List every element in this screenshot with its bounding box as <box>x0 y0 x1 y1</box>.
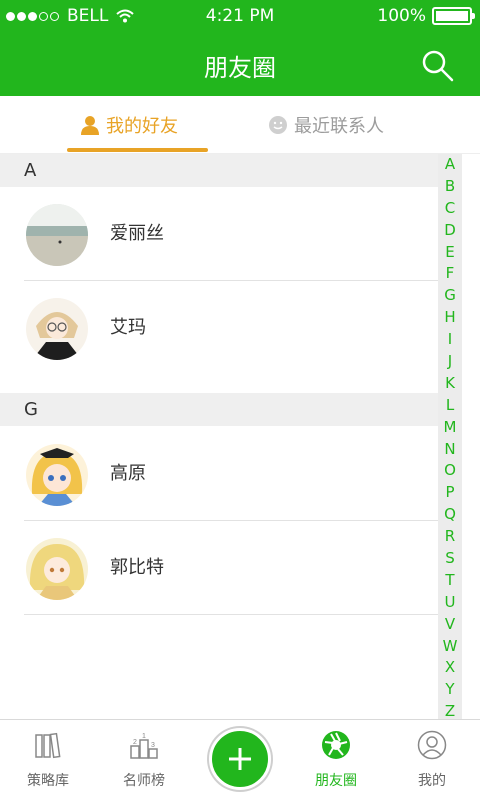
index-letter[interactable]: R <box>445 526 455 548</box>
index-letter[interactable]: P <box>445 482 454 504</box>
battery-icon <box>432 7 475 25</box>
contact-row[interactable]: 艾玛 <box>0 281 440 375</box>
index-letter[interactable]: L <box>446 395 454 417</box>
index-letter[interactable]: S <box>445 548 455 570</box>
bottom-nav: 策略库 1 2 3 名师榜 朋友圈 我的 <box>0 719 480 800</box>
avatar <box>26 204 88 266</box>
nav-label: 我的 <box>418 773 446 789</box>
index-letter[interactable]: Q <box>444 504 456 526</box>
index-letter[interactable]: H <box>444 307 455 329</box>
nav-item-mine[interactable]: 我的 <box>384 720 480 800</box>
index-letter[interactable]: O <box>444 460 456 482</box>
index-letter[interactable]: U <box>445 592 456 614</box>
contact-name: 艾玛 <box>110 317 146 338</box>
index-letter[interactable]: G <box>444 285 456 307</box>
plus-icon <box>229 748 251 770</box>
index-letter[interactable]: D <box>444 220 456 242</box>
avatar <box>26 538 88 600</box>
section-header-g: G <box>0 393 440 426</box>
add-button[interactable] <box>209 728 271 790</box>
nav-item-ranking[interactable]: 1 2 3 名师榜 <box>96 720 192 800</box>
svg-text:2: 2 <box>133 739 137 746</box>
avatar <box>26 444 88 506</box>
index-letter[interactable]: B <box>445 176 455 198</box>
index-letter[interactable]: X <box>445 657 455 679</box>
index-letter[interactable]: T <box>445 570 454 592</box>
podium-icon: 1 2 3 <box>130 733 158 759</box>
books-icon <box>35 732 61 759</box>
alphabet-index[interactable]: ABCDEFGHIJKLMNOPQRSTUVWXYZ <box>438 154 462 720</box>
tab-label: 我的好友 <box>106 116 178 137</box>
index-letter[interactable]: F <box>446 263 455 285</box>
person-icon <box>81 116 99 135</box>
status-bar: BELL 4:21 PM 100% <box>0 0 480 32</box>
index-letter[interactable]: J <box>448 351 452 373</box>
index-letter[interactable]: A <box>445 154 455 176</box>
index-letter[interactable]: C <box>445 198 455 220</box>
tab-recent-contacts[interactable]: 最近联系人 <box>268 96 384 154</box>
index-letter[interactable]: N <box>444 439 455 461</box>
contact-row[interactable]: 郭比特 <box>0 521 440 615</box>
contact-name: 爱丽丝 <box>110 223 164 244</box>
contact-row[interactable]: 爱丽丝 <box>0 187 440 281</box>
search-icon <box>422 50 454 82</box>
section-header-a: A <box>0 154 440 187</box>
nav-label: 策略库 <box>27 773 69 789</box>
divider <box>24 614 440 615</box>
aperture-icon <box>322 731 350 759</box>
nav-label: 名师榜 <box>123 773 165 789</box>
index-letter[interactable]: K <box>445 373 455 395</box>
contact-name: 高原 <box>110 463 146 484</box>
app-header: BELL 4:21 PM 100% 朋友圈 <box>0 0 480 96</box>
svg-text:1: 1 <box>142 733 146 740</box>
nav-label: 朋友圈 <box>315 773 357 789</box>
index-letter[interactable]: Y <box>445 679 454 701</box>
index-letter[interactable]: I <box>448 329 452 351</box>
contact-list: A 爱丽丝 艾玛 G 高原 郭比特 <box>0 154 480 720</box>
contact-row[interactable]: 高原 <box>0 427 440 521</box>
battery-percent: 100% <box>377 6 426 26</box>
index-letter[interactable]: E <box>445 242 454 264</box>
index-letter[interactable]: W <box>443 636 458 658</box>
page-title: 朋友圈 <box>204 54 276 82</box>
avatar <box>26 298 88 360</box>
active-tab-indicator <box>67 148 208 152</box>
smiley-icon <box>269 116 287 134</box>
svg-text:3: 3 <box>151 742 155 749</box>
index-letter[interactable]: V <box>445 614 455 636</box>
nav-item-strategy[interactable]: 策略库 <box>0 720 96 800</box>
search-button[interactable] <box>420 48 456 84</box>
index-letter[interactable]: M <box>444 417 457 439</box>
user-icon <box>417 730 447 760</box>
contact-name: 郭比特 <box>110 557 164 578</box>
tab-my-friends[interactable]: 我的好友 <box>80 96 178 154</box>
tab-bar: 我的好友 最近联系人 <box>0 96 480 154</box>
tab-label: 最近联系人 <box>294 116 384 137</box>
nav-item-moments[interactable]: 朋友圈 <box>288 720 384 800</box>
